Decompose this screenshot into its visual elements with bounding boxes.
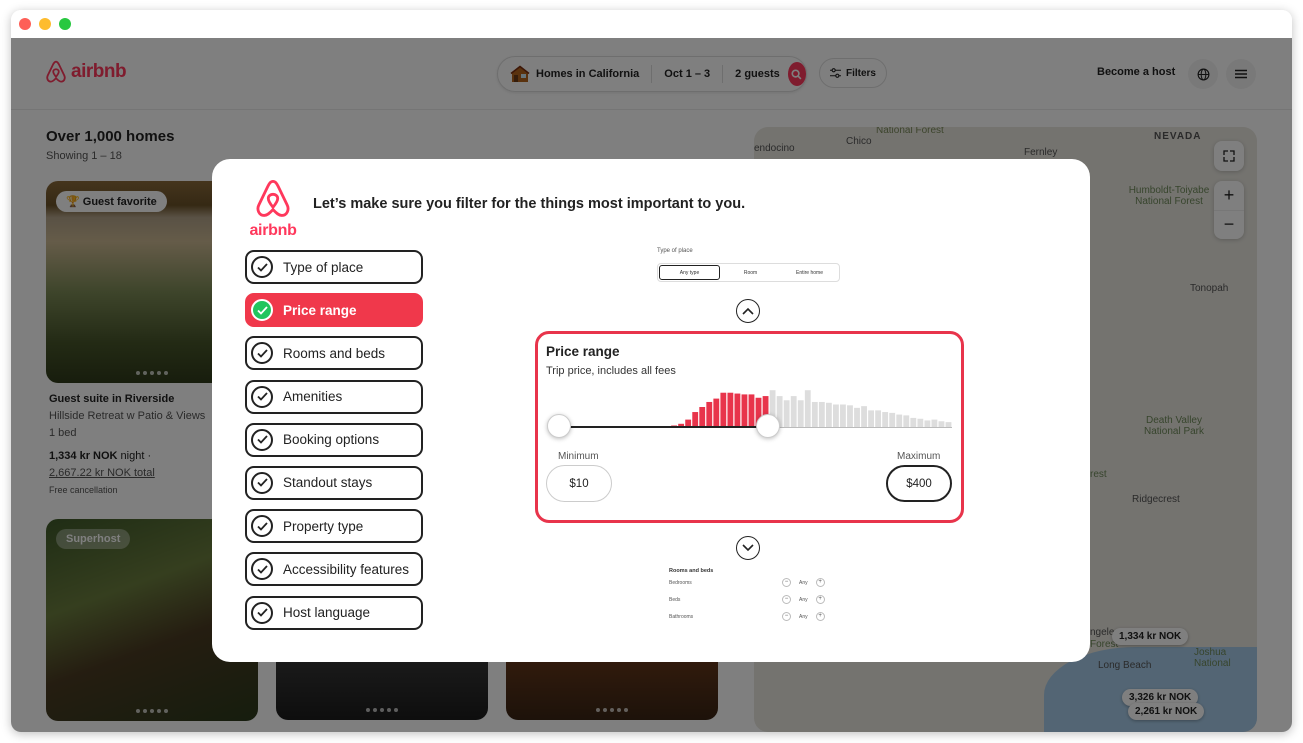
airbnb-belo-icon [256, 179, 290, 217]
type-of-place-title: Type of place [657, 248, 693, 254]
histogram-bar [783, 400, 790, 428]
histogram-bar [818, 401, 825, 428]
browser-window: airbnb Homes in California Oct 1 – 3 2 g… [11, 10, 1292, 732]
decrement-button[interactable]: − [782, 595, 791, 604]
histogram-bar [797, 400, 804, 428]
price-range-title: Price range [546, 344, 620, 359]
previous-section-button[interactable] [736, 299, 760, 323]
decrement-button[interactable]: − [782, 612, 791, 621]
min-price-input[interactable]: $10 [546, 465, 612, 502]
price-histogram [664, 390, 952, 428]
histogram-bar [699, 407, 706, 428]
row-label: Beds [669, 597, 681, 603]
row-value: Any [799, 579, 808, 586]
histogram-bar [861, 406, 867, 428]
histogram-bar [875, 410, 882, 428]
histogram-bar [896, 414, 903, 428]
filter-step-property-type[interactable]: Property type [245, 509, 423, 544]
filter-step-type-of-place[interactable]: Type of place [245, 250, 423, 284]
histogram-bar [811, 401, 818, 428]
checkmark-icon [251, 428, 273, 451]
chevron-down-icon [742, 544, 754, 552]
max-price-handle[interactable] [756, 414, 780, 438]
histogram-bar [734, 393, 741, 428]
histogram-bar [748, 394, 755, 428]
histogram-bar [868, 410, 875, 428]
maximize-window-button[interactable] [59, 18, 71, 30]
airbnb-page: airbnb Homes in California Oct 1 – 3 2 g… [11, 38, 1292, 732]
row-value: Any [799, 613, 808, 620]
filter-step-price-range[interactable]: Price range [245, 293, 423, 328]
histogram-bar [706, 401, 713, 428]
type-of-place-tabs: Any type Room Entire home [657, 263, 840, 282]
checkmark-icon [251, 601, 273, 624]
histogram-bar [741, 394, 748, 428]
rooms-and-beds-title: Rooms and beds [669, 568, 714, 574]
histogram-bar [790, 396, 797, 428]
step-label: Price range [283, 302, 357, 318]
filter-step-accessibility-features[interactable]: Accessibility features [245, 552, 423, 587]
increment-button[interactable]: + [815, 578, 825, 587]
filter-step-host-language[interactable]: Host language [245, 595, 423, 630]
checkmark-icon [251, 342, 273, 365]
histogram-bar [847, 405, 853, 428]
filter-guide-modal: airbnb Let’s make sure you filter for th… [212, 159, 1090, 662]
modal-wordmark: airbnb [249, 222, 297, 239]
increment-button[interactable]: + [815, 612, 825, 621]
min-price-handle[interactable] [547, 414, 571, 438]
step-label: Host language [283, 605, 371, 620]
checkmark-icon [251, 515, 273, 538]
step-label: Standout stays [283, 475, 373, 491]
price-slider-selected-track [558, 426, 766, 428]
next-section-button[interactable] [736, 536, 760, 560]
row-label: Bathrooms [669, 614, 694, 620]
checkmark-icon [251, 256, 273, 278]
histogram-bar [882, 412, 889, 428]
step-label: Rooms and beds [283, 345, 386, 361]
window-titlebar [11, 10, 1292, 38]
histogram-bar [840, 404, 846, 428]
histogram-bar [825, 402, 832, 428]
checkmark-icon [251, 558, 273, 581]
step-label: Booking options [283, 432, 380, 448]
modal-logo: airbnb [245, 179, 301, 240]
checkmark-icon [251, 385, 273, 408]
price-range-subtitle: Trip price, includes all fees [546, 365, 676, 377]
histogram-bar [889, 412, 896, 428]
type-option-entire-home[interactable]: Entire home [780, 270, 839, 276]
modal-heading: Let’s make sure you filter for the thing… [313, 196, 746, 212]
filter-step-standout-stays[interactable]: Standout stays [245, 465, 423, 500]
histogram-bar [804, 390, 811, 428]
type-option-any[interactable]: Any type [659, 265, 720, 280]
histogram-bar [832, 404, 839, 428]
histogram-bar [727, 392, 734, 428]
step-label: Accessibility features [283, 561, 410, 577]
minimum-label: Minimum [558, 451, 599, 462]
histogram-bar [854, 407, 860, 428]
decrement-button[interactable]: − [782, 578, 791, 587]
price-range-panel: Price range Trip price, includes all fee… [535, 331, 964, 523]
rooms-and-beds-preview: Rooms and beds Bedrooms − Any + Beds − Any +… [669, 568, 839, 631]
maximum-label: Maximum [897, 451, 941, 462]
step-label: Type of place [283, 259, 364, 275]
step-label: Amenities [283, 389, 343, 405]
histogram-bar [713, 398, 720, 428]
filter-steps-list: Type of place Price range Rooms and beds Am… [245, 250, 423, 639]
checkmark-icon [251, 299, 273, 322]
max-price-input[interactable]: $400 [886, 465, 952, 502]
bathrooms-row: Bathrooms − Any + [669, 612, 839, 631]
type-option-room[interactable]: Room [721, 270, 780, 276]
filter-step-booking-options[interactable]: Booking options [245, 422, 423, 457]
checkmark-icon [251, 471, 273, 494]
minimize-window-button[interactable] [39, 18, 51, 30]
filter-step-amenities[interactable]: Amenities [245, 379, 423, 414]
filter-step-rooms-and-beds[interactable]: Rooms and beds [245, 336, 423, 371]
histogram-bar [720, 392, 727, 428]
row-value: Any [799, 596, 808, 603]
chevron-up-icon [742, 307, 754, 315]
row-label: Bedrooms [669, 580, 692, 586]
step-label: Property type [283, 518, 364, 534]
increment-button[interactable]: + [815, 595, 825, 604]
close-window-button[interactable] [19, 18, 31, 30]
